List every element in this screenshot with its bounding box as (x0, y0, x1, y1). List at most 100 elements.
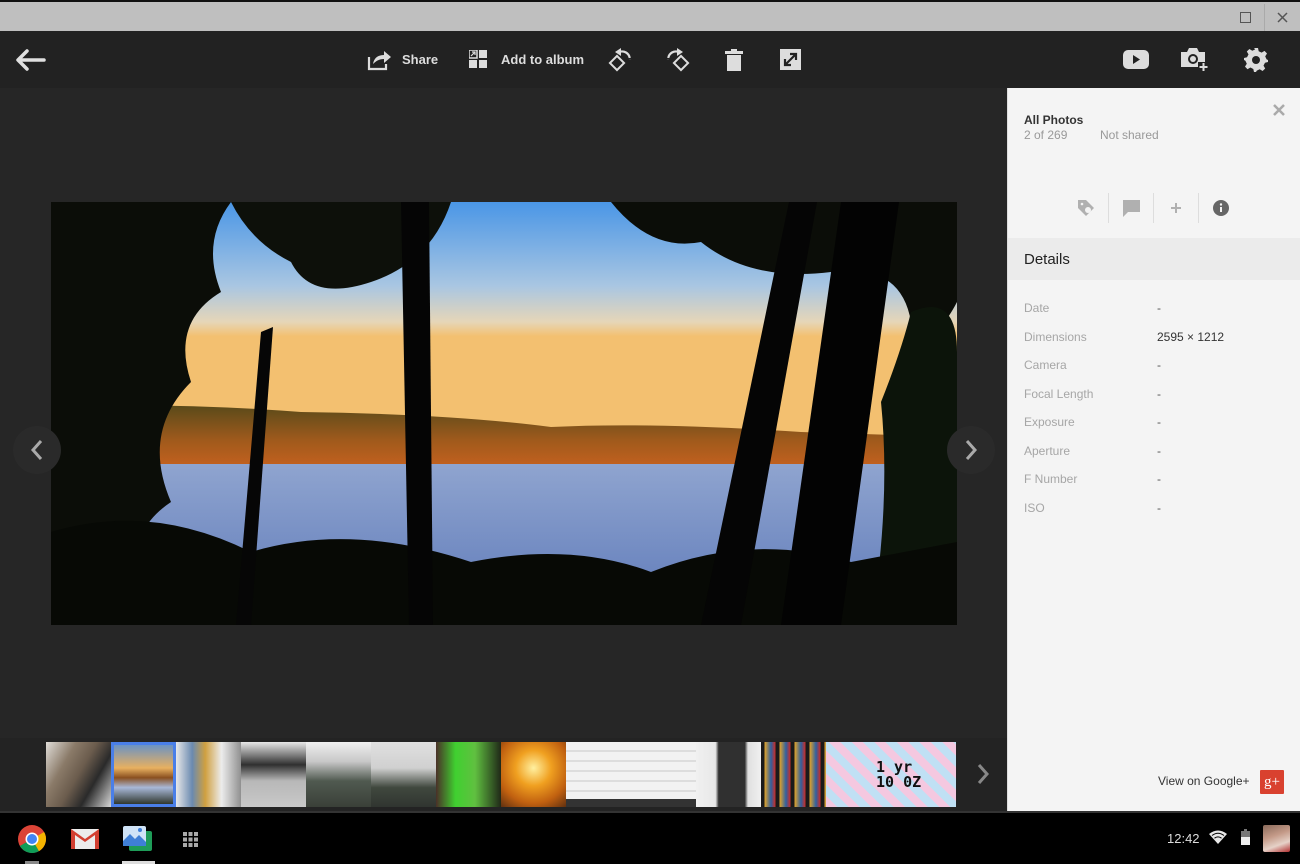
album-title: All Photos (1024, 113, 1084, 127)
thumbnail[interactable] (306, 742, 371, 807)
comment-icon (1122, 199, 1140, 217)
detail-label: Dimensions (1024, 329, 1087, 344)
detail-row-exposure: Exposure - (1024, 415, 1284, 444)
youtube-icon (1123, 50, 1149, 69)
detail-label: F Number (1024, 472, 1078, 486)
expand-icon (780, 49, 801, 70)
detail-value: - (1157, 386, 1161, 401)
thumbnail[interactable] (566, 742, 631, 807)
photo-position: 2 of 269 (1024, 128, 1068, 142)
battery-status[interactable] (1241, 829, 1250, 850)
info-panel: All Photos 2 of 269 Not shared Details D… (1007, 88, 1300, 811)
tag-icon (1077, 200, 1094, 216)
toolbar: Share Add to album (0, 31, 1300, 88)
detail-label: ISO (1024, 500, 1045, 515)
detail-value: - (1157, 301, 1161, 315)
detail-row-aperture: Aperture - (1024, 444, 1284, 473)
detail-row-f-number: F Number - (1024, 472, 1284, 501)
thumbnail[interactable]: 1 yr 10 0Z (826, 742, 956, 807)
photo-viewer (0, 88, 1007, 738)
camera-add-button[interactable] (1180, 31, 1210, 88)
thumbnail[interactable] (761, 742, 826, 807)
info-icon (1213, 200, 1229, 216)
thumbnail-list: 1 yr 10 0Z (46, 742, 956, 807)
add-button[interactable] (1153, 193, 1198, 223)
delete-button[interactable] (725, 31, 743, 88)
filmstrip-next-button[interactable] (970, 758, 996, 790)
rotate-left-button[interactable] (607, 31, 635, 88)
chrome-icon (18, 825, 46, 853)
add-to-album-label: Add to album (501, 52, 585, 67)
thumbnail-selected[interactable] (111, 742, 176, 807)
detail-value: - (1157, 415, 1161, 429)
photos-app[interactable] (120, 821, 156, 857)
share-label: Share (402, 52, 439, 67)
share-button[interactable]: Share (367, 31, 438, 88)
previous-photo-button[interactable] (13, 426, 61, 474)
google-plus-icon[interactable]: g+ (1260, 770, 1284, 794)
close-icon (1277, 12, 1288, 23)
clock[interactable]: 12:42 (1167, 831, 1200, 846)
back-button[interactable] (14, 31, 46, 88)
app-launcher-button[interactable] (172, 821, 208, 857)
comment-button[interactable] (1108, 193, 1153, 223)
share-status: Not shared (1100, 128, 1159, 142)
detail-row-camera: Camera - (1024, 358, 1284, 387)
detail-value: - (1157, 443, 1161, 458)
detail-label: Exposure (1024, 415, 1075, 429)
thumbnail[interactable] (696, 742, 761, 807)
photo-image (51, 202, 957, 625)
window-titlebar (0, 0, 1300, 31)
close-window-button[interactable] (1264, 4, 1300, 31)
settings-button[interactable] (1244, 31, 1268, 88)
fullscreen-button[interactable] (780, 31, 801, 88)
detail-row-focal-length: Focal Length - (1024, 387, 1284, 416)
thumbnail[interactable] (436, 742, 501, 807)
detail-row-dimensions: Dimensions 2595 × 1212 (1024, 330, 1284, 359)
detail-row-iso: ISO - (1024, 501, 1284, 530)
thumbnail[interactable] (631, 742, 696, 807)
thumbnail[interactable] (371, 742, 436, 807)
detail-row-date: Date - (1024, 301, 1284, 330)
gear-icon (1244, 47, 1268, 72)
filmstrip: 1 yr 10 0Z (0, 738, 1007, 811)
next-photo-button[interactable] (947, 426, 995, 474)
chrome-app[interactable] (14, 821, 50, 857)
close-icon (1273, 104, 1285, 116)
chevron-left-icon (30, 440, 43, 460)
youtube-button[interactable] (1123, 31, 1149, 88)
details-header: Details (1008, 238, 1300, 280)
arrow-left-icon (16, 48, 46, 71)
user-avatar[interactable] (1263, 825, 1290, 852)
rotate-right-button[interactable] (663, 31, 691, 88)
plus-icon (1171, 203, 1181, 213)
thumbnail[interactable] (176, 742, 241, 807)
detail-value: - (1157, 358, 1161, 372)
app-launcher-icon (182, 831, 198, 847)
main-photo[interactable] (51, 202, 957, 625)
detail-label: Aperture (1024, 443, 1071, 458)
thumbnail[interactable] (46, 742, 111, 807)
info-button[interactable] (1198, 193, 1243, 223)
wifi-status[interactable] (1209, 830, 1227, 849)
detail-value: - (1157, 500, 1161, 515)
maximize-icon (1239, 12, 1251, 23)
close-panel-button[interactable] (1270, 101, 1288, 119)
thumbnail[interactable] (241, 742, 306, 807)
camera-add-icon (1181, 47, 1209, 72)
add-to-album-icon (469, 50, 487, 68)
gmail-icon (71, 829, 99, 849)
detail-value: 2595 × 1212 (1157, 329, 1225, 344)
thumbnail[interactable] (501, 742, 566, 807)
share-icon (367, 50, 391, 70)
detail-value: - (1157, 472, 1161, 486)
add-to-album-button[interactable]: Add to album (469, 31, 584, 88)
chevron-right-icon (965, 440, 978, 460)
gmail-app[interactable] (67, 821, 103, 857)
photos-icon (123, 826, 152, 851)
maximize-button[interactable] (1227, 4, 1263, 31)
tag-button[interactable] (1063, 193, 1108, 223)
view-on-google-plus-link[interactable]: View on Google+ (1158, 774, 1250, 788)
detail-label: Camera (1024, 358, 1067, 372)
details-list: Date - Dimensions 2595 × 1212 Camera - Foca… (1024, 301, 1284, 529)
